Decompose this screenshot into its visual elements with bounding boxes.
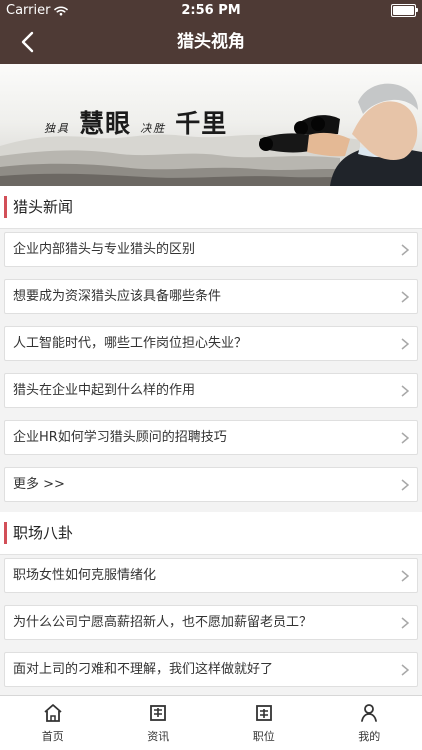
- news-list-item[interactable]: 人工智能时代，哪些工作岗位担心失业？: [4, 326, 418, 361]
- chevron-right-icon: [401, 664, 409, 676]
- tab-news[interactable]: 资讯: [106, 696, 212, 750]
- tab-jobs-label: 职位: [252, 730, 275, 743]
- more-news-label: 更多 >>: [13, 477, 65, 492]
- slogan-main-2: 千里: [175, 109, 228, 138]
- gossip-list-item[interactable]: 面对上司的刁难和不理解，我们这样做就好了: [4, 652, 418, 687]
- tab-profile[interactable]: 我的: [317, 696, 422, 750]
- chevron-right-icon: [401, 617, 409, 629]
- headhunter-banner: 独具 慧眼 决胜 千里: [0, 64, 422, 186]
- gossip-list-item[interactable]: 为什么公司宁愿高薪招新人，也不愿加薪留老员工？: [4, 605, 418, 640]
- chevron-right-icon: [401, 244, 409, 256]
- section-accent-bar: [4, 196, 7, 218]
- more-news-link[interactable]: 更多 >>: [4, 467, 418, 502]
- list-item-label: 为什么公司宁愿高薪招新人，也不愿加薪留老员工？: [13, 615, 313, 630]
- chevron-right-icon: [401, 479, 409, 491]
- chevron-right-icon: [401, 291, 409, 303]
- section-header-gossip: 职场八卦: [0, 512, 422, 555]
- slogan-main-1: 慧眼: [79, 109, 132, 138]
- jobs-icon: [255, 705, 272, 721]
- news-list: 企业内部猎头与专业猎头的区别 想要成为资深猎头应该具备哪些条件 人工智能时代，哪…: [0, 232, 422, 502]
- tab-home[interactable]: 首页: [0, 696, 106, 750]
- home-icon: [44, 704, 62, 722]
- tab-news-label: 资讯: [147, 730, 170, 743]
- back-button[interactable]: [10, 25, 44, 59]
- news-icon: [150, 705, 167, 721]
- main-content: 独具 慧眼 决胜 千里 猎头新闻 企业内部猎头与专业猎头的区别 想要成为资深猎头…: [0, 64, 422, 696]
- tab-profile-label: 我的: [358, 730, 381, 743]
- chevron-right-icon: [401, 570, 409, 582]
- page-title: 猎头视角: [177, 32, 245, 52]
- tab-jobs[interactable]: 职位: [211, 696, 317, 750]
- news-list-item[interactable]: 想要成为资深猎头应该具备哪些条件: [4, 279, 418, 314]
- gossip-list: 职场女性如何克服情绪化 为什么公司宁愿高薪招新人，也不愿加薪留老员工？ 面对上司…: [0, 558, 422, 687]
- chevron-right-icon: [401, 338, 409, 350]
- list-item-label: 职场女性如何克服情绪化: [13, 568, 157, 583]
- slogan-small-2: 决胜: [140, 122, 167, 135]
- section-header-news: 猎头新闻: [0, 186, 422, 229]
- nav-bar: 猎头视角: [0, 20, 422, 64]
- profile-icon: [361, 704, 378, 722]
- news-list-item[interactable]: 企业内部猎头与专业猎头的区别: [4, 232, 418, 267]
- chevron-right-icon: [401, 432, 409, 444]
- list-item-label: 猎头在企业中起到什么样的作用: [13, 383, 196, 398]
- list-item-label: 人工智能时代，哪些工作岗位担心失业？: [13, 336, 248, 351]
- battery-fill: [393, 6, 414, 15]
- section-title-gossip: 职场八卦: [13, 524, 74, 542]
- back-chevron-icon: [21, 31, 34, 53]
- gossip-list-item[interactable]: 职场女性如何克服情绪化: [4, 558, 418, 593]
- status-bar: Carrier 2:56 PM: [0, 0, 422, 20]
- list-item-label: 企业内部猎头与专业猎头的区别: [13, 242, 196, 257]
- news-list-item[interactable]: 猎头在企业中起到什么样的作用: [4, 373, 418, 408]
- list-item-label: 想要成为资深猎头应该具备哪些条件: [13, 289, 222, 304]
- list-item-label: 企业HR如何学习猎头顾问的招聘技巧: [13, 430, 227, 445]
- news-section: 猎头新闻 企业内部猎头与专业猎头的区别 想要成为资深猎头应该具备哪些条件 人工智…: [0, 186, 422, 502]
- list-item-label: 面对上司的刁难和不理解，我们这样做就好了: [13, 662, 274, 677]
- news-list-item[interactable]: 企业HR如何学习猎头顾问的招聘技巧: [4, 420, 418, 455]
- gossip-section: 职场八卦 职场女性如何克服情绪化 为什么公司宁愿高薪招新人，也不愿加薪留老员工？…: [0, 512, 422, 687]
- banner-slogan: 独具 慧眼 决胜 千里: [40, 104, 227, 140]
- chevron-right-icon: [401, 385, 409, 397]
- battery-icon: [391, 4, 418, 17]
- slogan-small-1: 独具: [44, 122, 70, 135]
- status-right: [391, 4, 418, 17]
- status-time: 2:56 PM: [181, 3, 241, 18]
- tab-home-label: 首页: [41, 730, 64, 743]
- section-title-news: 猎头新闻: [13, 198, 74, 216]
- section-accent-bar: [4, 522, 7, 544]
- top-header: Carrier 2:56 PM 猎头视角: [0, 0, 422, 64]
- bottom-tab-bar: 首页 资讯 职位 我的: [0, 695, 422, 750]
